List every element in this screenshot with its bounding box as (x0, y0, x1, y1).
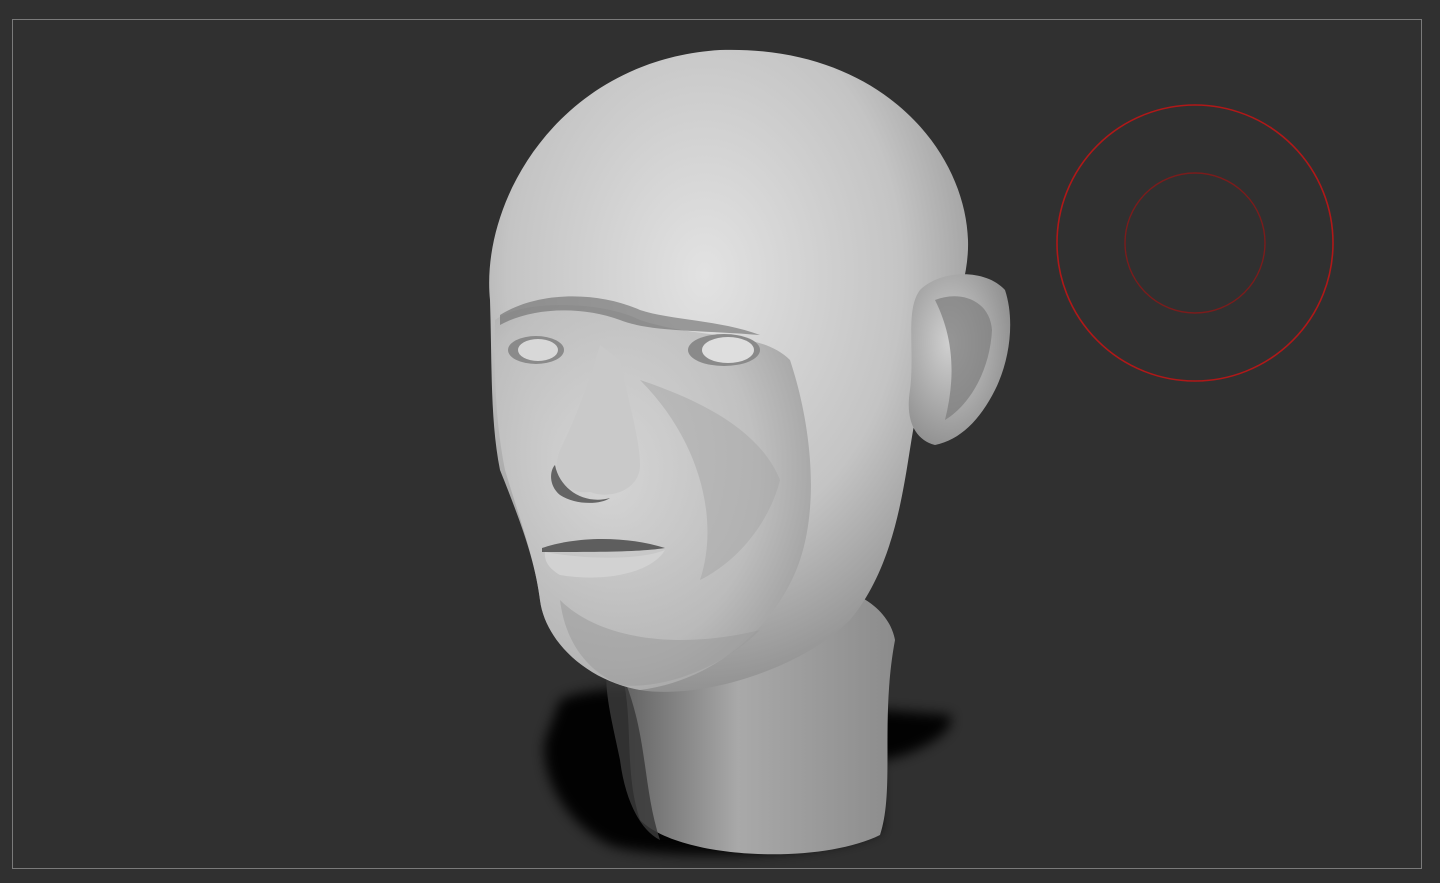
scene-canvas[interactable] (0, 0, 1440, 883)
sculpt-viewport[interactable] (0, 0, 1440, 883)
brush-cursor[interactable] (1056, 104, 1334, 382)
brush-outer-ring (1056, 104, 1334, 382)
brush-inner-ring (1124, 172, 1266, 314)
